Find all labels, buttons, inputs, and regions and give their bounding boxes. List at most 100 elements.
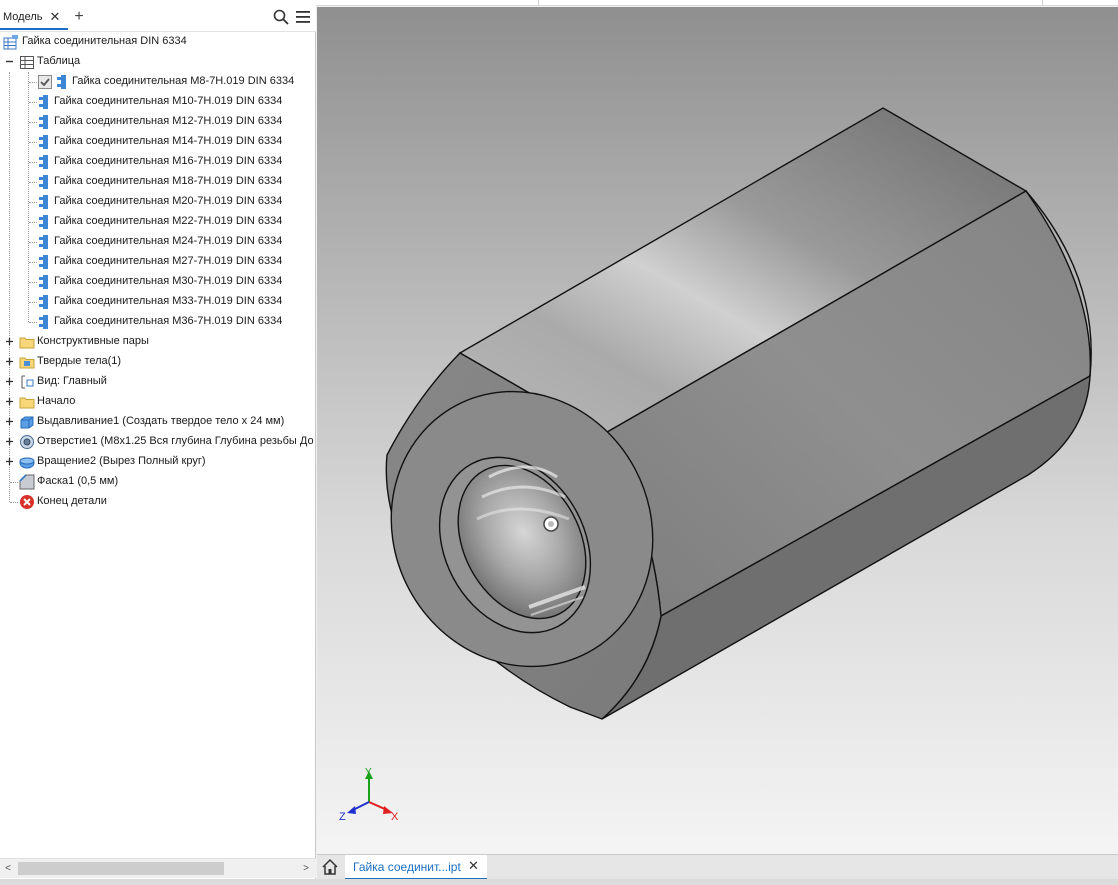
tree-connector xyxy=(29,282,37,283)
table-row[interactable]: Гайка соединительная M18-7H.019 DIN 6334 xyxy=(0,172,316,192)
collapse-icon[interactable] xyxy=(5,57,14,66)
add-tab-button[interactable]: + xyxy=(72,8,86,26)
tree-item-label: Твердые тела(1) xyxy=(37,355,122,367)
expand-icon[interactable] xyxy=(5,397,14,406)
table-row-label: Гайка соединительная M36-7H.019 DIN 6334 xyxy=(54,315,283,327)
member-icon xyxy=(39,155,48,169)
tree-connector xyxy=(29,162,37,163)
tree-connector xyxy=(29,122,37,123)
tree-item-chamfer[interactable]: Фаска1 (0,5 мм) xyxy=(0,472,316,492)
expand-icon[interactable] xyxy=(5,457,14,466)
member-icon xyxy=(39,95,48,109)
top-strip xyxy=(316,0,1118,6)
table-row[interactable]: Гайка соединительная M22-7H.019 DIN 6334 xyxy=(0,212,316,232)
tree-item-label: Таблица xyxy=(37,55,81,67)
tree-item-hole[interactable]: Отверстие1 (M8x1.25 Вся глубина Глубина … xyxy=(0,432,316,452)
tree-item-label: Конструктивные пары xyxy=(37,335,149,347)
table-row-label: Гайка соединительная M18-7H.019 DIN 6334 xyxy=(54,175,283,187)
tree-item-label: Начало xyxy=(37,395,76,407)
tree-item-view[interactable]: Вид: Главный xyxy=(0,372,316,392)
member-icon xyxy=(39,115,48,129)
scrollbar-thumb[interactable] xyxy=(18,862,224,875)
tree-connector xyxy=(29,302,37,303)
table-row[interactable]: Гайка соединительная M24-7H.019 DIN 6334 xyxy=(0,232,316,252)
table-row[interactable]: Гайка соединительная M8-7H.019 DIN 6334 xyxy=(0,72,316,92)
model-browser: Модель ✕ + Гайка соединительная DIN 6334… xyxy=(0,0,316,879)
document-tab-bar: Гайка соединит...ipt ✕ xyxy=(317,854,1118,880)
hole-icon xyxy=(20,435,34,449)
axis-triad[interactable]: Y X Z xyxy=(339,767,399,823)
table-row-label: Гайка соединительная M27-7H.019 DIN 6334 xyxy=(54,255,283,267)
tree-connector xyxy=(29,242,37,243)
expand-icon[interactable] xyxy=(5,337,14,346)
table-row[interactable]: Гайка соединительная M14-7H.019 DIN 6334 xyxy=(0,132,316,152)
table-row-label: Гайка соединительная M20-7H.019 DIN 6334 xyxy=(54,195,283,207)
table-row-label: Гайка соединительная M12-7H.019 DIN 6334 xyxy=(54,115,283,127)
tree-item-solid-bodies[interactable]: Твердые тела(1) xyxy=(0,352,316,372)
cursor-marker-icon xyxy=(548,521,554,527)
tree-connector xyxy=(29,102,37,103)
tree-item-end-of-part[interactable]: Конец детали xyxy=(0,492,316,512)
table-row[interactable]: Гайка соединительная M20-7H.019 DIN 6334 xyxy=(0,192,316,212)
tree-item-table[interactable]: Таблица xyxy=(0,52,316,72)
folder-icon xyxy=(19,337,35,349)
top-strip-divider xyxy=(1042,0,1043,6)
tree-root[interactable]: Гайка соединительная DIN 6334 xyxy=(0,32,316,52)
tree-connector xyxy=(29,262,37,263)
member-icon xyxy=(39,255,48,269)
table-row[interactable]: Гайка соединительная M16-7H.019 DIN 6334 xyxy=(0,152,316,172)
end-of-part-icon xyxy=(20,495,34,509)
home-icon[interactable] xyxy=(319,857,341,877)
member-icon xyxy=(39,195,48,209)
graphics-viewport[interactable]: Y X Z xyxy=(317,7,1118,854)
scroll-right-icon[interactable]: > xyxy=(300,862,312,876)
close-icon[interactable]: ✕ xyxy=(468,858,479,874)
table-row[interactable]: Гайка соединительная M10-7H.019 DIN 6334 xyxy=(0,92,316,112)
table-row-label: Гайка соединительная M22-7H.019 DIN 6334 xyxy=(54,215,283,227)
tree-item-label: Отверстие1 (M8x1.25 Вся глубина Глубина … xyxy=(37,435,314,447)
y-axis-label: Y xyxy=(365,767,372,778)
solid-bodies-folder-icon xyxy=(19,357,35,369)
table-row[interactable]: Гайка соединительная M12-7H.019 DIN 6334 xyxy=(0,112,316,132)
table-row[interactable]: Гайка соединительная M30-7H.019 DIN 6334 xyxy=(0,272,316,292)
close-icon[interactable]: ✕ xyxy=(49,9,60,25)
table-row[interactable]: Гайка соединительная M33-7H.019 DIN 6334 xyxy=(0,292,316,312)
browser-header: Модель ✕ + xyxy=(0,0,316,32)
status-strip xyxy=(0,879,1118,885)
tree-item-constructive-pairs[interactable]: Конструктивные пары xyxy=(0,332,316,352)
expand-icon[interactable] xyxy=(5,417,14,426)
expand-icon[interactable] xyxy=(5,377,14,386)
hamburger-menu-icon[interactable] xyxy=(295,9,311,25)
expand-icon[interactable] xyxy=(5,357,14,366)
tree-item-label: Фаска1 (0,5 мм) xyxy=(37,475,119,487)
tree-item-origin[interactable]: Начало xyxy=(0,392,316,412)
revolve-icon xyxy=(19,457,35,469)
tree-item-extrude[interactable]: Выдавливание1 (Создать твердое тело x 24… xyxy=(0,412,316,432)
member-icon xyxy=(39,315,48,329)
tree-root-label: Гайка соединительная DIN 6334 xyxy=(22,35,187,47)
z-axis-line xyxy=(352,801,370,811)
search-icon[interactable] xyxy=(273,9,289,25)
table-row-label: Гайка соединительная M33-7H.019 DIN 6334 xyxy=(54,295,283,307)
member-icon xyxy=(57,75,66,89)
table-row[interactable]: Гайка соединительная M36-7H.019 DIN 6334 xyxy=(0,312,316,332)
browser-tree: Гайка соединительная DIN 6334 Таблица Га… xyxy=(0,32,316,858)
table-icon xyxy=(20,56,34,69)
scroll-left-icon[interactable]: < xyxy=(2,862,14,876)
z-axis-label: Z xyxy=(339,811,346,823)
checkbox-checked-icon[interactable] xyxy=(37,74,53,90)
tree-item-revolve[interactable]: Вращение2 (Вырез Полный круг) xyxy=(0,452,316,472)
extrude-icon xyxy=(20,416,34,429)
tree-connector xyxy=(29,322,37,323)
tab-model[interactable]: Модель ✕ xyxy=(0,6,68,30)
tree-connector xyxy=(29,82,37,83)
tree-connector xyxy=(29,142,37,143)
expand-icon[interactable] xyxy=(5,437,14,446)
model-scene: Y X Z xyxy=(339,107,1092,823)
x-axis-label: X xyxy=(391,811,399,823)
table-row[interactable]: Гайка соединительная M27-7H.019 DIN 6334 xyxy=(0,252,316,272)
horizontal-scrollbar[interactable]: < > xyxy=(0,858,316,878)
top-strip-divider xyxy=(538,0,539,6)
tree-item-label: Конец детали xyxy=(37,495,107,507)
document-tab[interactable]: Гайка соединит...ipt ✕ xyxy=(345,855,487,880)
